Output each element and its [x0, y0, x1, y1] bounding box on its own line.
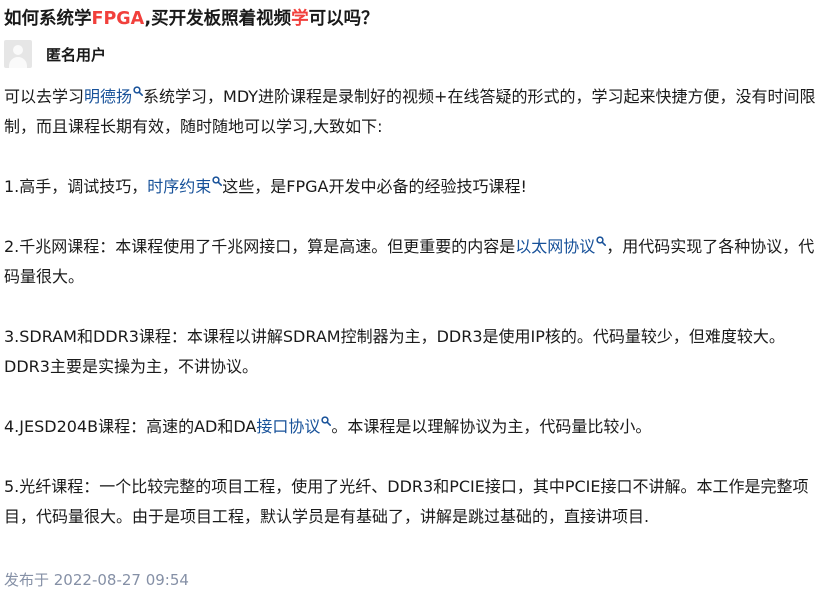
- keyword-label: 以太网协议: [515, 237, 596, 256]
- answer-page: 如何系统学FPGA,买开发板照着视频学可以吗？ 匿名用户 可以去学习明德扬 系统学…: [0, 0, 830, 596]
- title-text: 如何系统学: [4, 9, 92, 29]
- search-icon: [321, 416, 332, 426]
- paragraph-text: 1.高手，调试技巧，: [4, 177, 148, 196]
- paragraph-text: 2.千兆网课程：本课程使用了千兆网接口，算是高速。但更重要的内容是: [4, 237, 516, 256]
- answer-paragraph: 4.JESD204B课程：高速的AD和DA接口协议 。本课程是以理解协议为主，代码…: [4, 412, 826, 442]
- publish-time: 发布于 2022-08-27 09:54: [4, 571, 189, 589]
- paragraph-text: 。本课程是以理解协议为主，代码量比较小。: [331, 417, 652, 436]
- question-title[interactable]: 如何系统学FPGA,买开发板照着视频学可以吗？: [4, 6, 379, 32]
- paragraph-text: 3.SDRAM和DDR3课程：本课程以讲解SDRAM控制器为主，DDR3是使用I…: [4, 327, 785, 376]
- search-icon: [212, 176, 223, 186]
- title-highlight: 学: [291, 9, 309, 29]
- answer-paragraph: 3.SDRAM和DDR3课程：本课程以讲解SDRAM控制器为主，DDR3是使用I…: [4, 322, 826, 382]
- keyword-search-link[interactable]: 明德扬: [84, 86, 144, 106]
- answer-paragraph: 可以去学习明德扬 系统学习，MDY进阶课程是录制好的视频+在线答疑的形式的，学习起…: [4, 82, 826, 142]
- paragraph-text: 这些，是FPGA开发中必备的经验技巧课程!: [222, 177, 527, 196]
- keyword-search-link[interactable]: 接口协议: [256, 416, 332, 436]
- author-name: 匿名用户: [46, 45, 107, 64]
- search-icon: [133, 86, 144, 96]
- keyword-label: 接口协议: [256, 417, 321, 436]
- keyword-search-link[interactable]: 时序约束: [147, 176, 223, 196]
- answer-content: 可以去学习明德扬 系统学习，MDY进阶课程是录制好的视频+在线答疑的形式的，学习起…: [4, 82, 826, 532]
- title-text: 可以吗？: [308, 9, 379, 29]
- paragraph-text: 可以去学习: [4, 87, 85, 106]
- anonymous-avatar-icon: [4, 40, 32, 68]
- answer-paragraph: 5.光纤课程：一个比较完整的项目工程，使用了光纤、DDR3和PCIE接口，其中P…: [4, 472, 826, 532]
- answer-paragraph: 1.高手，调试技巧，时序约束 这些，是FPGA开发中必备的经验技巧课程!: [4, 172, 826, 202]
- author-info: 匿名用户: [4, 40, 106, 68]
- title-highlight: FPGA: [91, 9, 145, 29]
- paragraph-text: 5.光纤课程：一个比较完整的项目工程，使用了光纤、DDR3和PCIE接口，其中P…: [4, 477, 809, 526]
- keyword-search-link[interactable]: 以太网协议: [515, 236, 607, 256]
- answer-paragraph: 2.千兆网课程：本课程使用了千兆网接口，算是高速。但更重要的内容是以太网协议 ，用…: [4, 232, 826, 292]
- title-text: ,买开发板照着视频: [144, 9, 292, 29]
- keyword-label: 明德扬: [84, 87, 133, 106]
- keyword-label: 时序约束: [147, 177, 212, 196]
- paragraph-text: 4.JESD204B课程：高速的AD和DA: [4, 417, 257, 436]
- search-icon: [596, 236, 607, 246]
